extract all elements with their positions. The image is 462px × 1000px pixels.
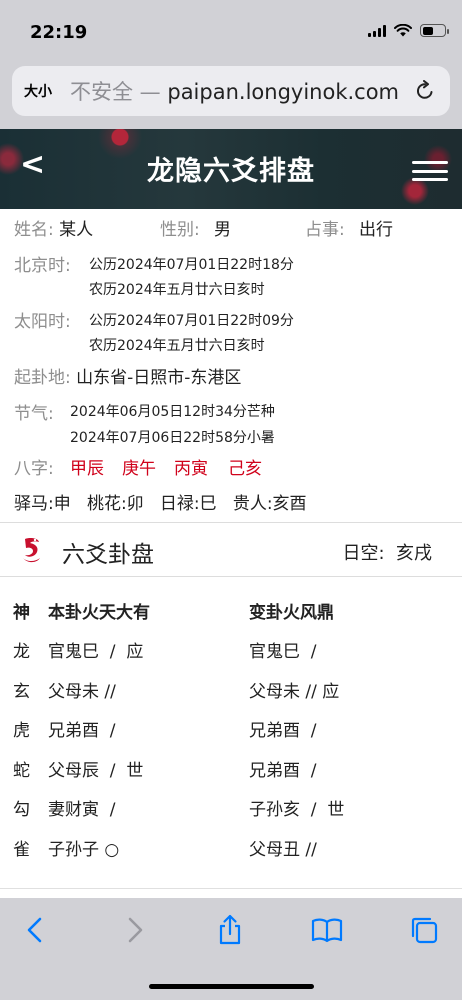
row-spirit: 蛇 (13, 761, 30, 781)
row-main-line: 官鬼巳 / 应 (48, 642, 144, 662)
row-changed-line: 官鬼巳 / (249, 642, 317, 662)
gender-label: 性别: (160, 220, 200, 240)
bazi-label: 八字: (14, 459, 54, 479)
row-changed-line: 兄弟酉 / (249, 761, 317, 781)
row-changed-line: 子孙亥 / 世 (249, 800, 345, 820)
solar-term-2: 2024年07月06日22时58分小暑 (70, 430, 275, 446)
table-row: 雀 子孙子 ○ 父母丑 // (0, 835, 462, 865)
battery-icon (420, 24, 449, 37)
row-main-line: 父母辰 / 世 (48, 761, 144, 781)
bazi-year: 甲辰 (70, 459, 104, 479)
bookmarks-icon[interactable] (311, 914, 343, 946)
home-indicator (149, 984, 314, 989)
back-chevron-icon[interactable] (20, 914, 52, 946)
solar-time-label: 太阳时: (14, 312, 71, 332)
row-main-line: 子孙子 ○ (48, 840, 120, 860)
name-label: 姓名: (14, 220, 54, 240)
status-time: 22:19 (30, 22, 88, 43)
sun-lunar-time: 农历2024年五月廿六日亥时 (89, 338, 265, 354)
table-row: 虎 兄弟酉 / 兄弟酉 / (0, 716, 462, 746)
table-row: 蛇 父母辰 / 世 兄弟酉 / (0, 756, 462, 786)
tabs-icon[interactable] (408, 914, 440, 946)
beijing-solar-time: 公历2024年07月01日22时18分 (89, 257, 294, 273)
hexagram-table-header: 神 本卦火天大有 变卦火风鼎 (0, 598, 462, 628)
bazi-month: 庚午 (122, 459, 156, 479)
place-value: 山东省-日照市-东港区 (76, 368, 242, 388)
beijing-time-label: 北京时: (14, 256, 71, 276)
table-row: 玄 父母未 // 父母未 // 应 (0, 677, 462, 707)
header-main-hexagram: 本卦火天大有 (48, 603, 150, 623)
solar-term-1: 2024年06月05日12时34分芒种 (70, 404, 275, 420)
bazi-hour: 己亥 (228, 459, 262, 479)
row-spirit: 雀 (13, 840, 30, 860)
row-changed-line: 父母丑 // (249, 840, 317, 860)
cellular-signal-icon (368, 24, 386, 37)
basic-info-row: 姓名: 某人 性别: 男 占事: 出行 (14, 215, 393, 240)
day-void: 日空: 亥戌 (342, 543, 432, 564)
hexagram-section-header: 六爻卦盘 日空: 亥戌 (0, 523, 462, 577)
header-changed-hexagram: 变卦火风鼎 (249, 603, 334, 623)
app-header: < 龙隐六爻排盘 (0, 129, 462, 209)
browser-top-chrome: 22:19 大小 不安全 — paipan.longyinok.com (0, 0, 462, 129)
text-size-button[interactable]: 大小 (24, 81, 56, 101)
matter-label: 占事: (305, 220, 345, 240)
beijing-lunar-time: 农历2024年五月廿六日亥时 (89, 282, 265, 298)
insecure-label: 不安全 — (70, 80, 168, 104)
row-spirit: 龙 (13, 642, 30, 662)
row-main-line: 妻财寅 / (48, 800, 116, 820)
row-main-line: 兄弟酉 / (48, 721, 116, 741)
bazi-day: 丙寅 (174, 459, 208, 479)
hexagram-title: 六爻卦盘 (62, 542, 154, 568)
bazi-row: 八字: 甲辰 庚午 丙寅 己亥 (14, 454, 262, 479)
status-icons (368, 24, 449, 37)
status-bar: 22:19 (0, 0, 462, 62)
url-bar[interactable]: 大小 不安全 — paipan.longyinok.com (12, 66, 450, 116)
solar-term-label: 节气: (14, 404, 54, 424)
name-value: 某人 (59, 220, 94, 240)
reload-icon[interactable] (414, 80, 436, 102)
forward-chevron-icon[interactable] (118, 914, 150, 946)
row-spirit: 玄 (13, 682, 30, 702)
share-icon[interactable] (214, 914, 246, 946)
place-label: 起卦地: (14, 368, 71, 388)
row-spirit: 勾 (13, 800, 30, 820)
page-title: 龙隐六爻排盘 (147, 156, 315, 187)
menu-icon[interactable] (412, 161, 448, 181)
place-row: 起卦地: 山东省-日照市-东港区 (14, 363, 241, 388)
content-end-divider (0, 888, 462, 889)
wifi-icon (394, 24, 412, 37)
matter-value: 出行 (359, 220, 393, 240)
gender-value: 男 (214, 220, 231, 240)
table-row: 勾 妻财寅 / 子孙亥 / 世 (0, 795, 462, 825)
sun-solar-time: 公历2024年07月01日22时09分 (89, 313, 294, 329)
row-main-line: 父母未 // (48, 682, 116, 702)
url-text[interactable]: 不安全 — paipan.longyinok.com (70, 76, 414, 106)
url-domain: paipan.longyinok.com (167, 80, 400, 104)
row-changed-line: 父母未 // 应 (249, 682, 340, 702)
shensha-row: 驿马:申 桃花:卯 日禄:巳 贵人:亥酉 (14, 494, 307, 514)
row-changed-line: 兄弟酉 / (249, 721, 317, 741)
table-row: 龙 官鬼巳 / 应 官鬼巳 / (0, 637, 462, 667)
row-spirit: 虎 (13, 721, 30, 741)
header-spirit: 神 (13, 603, 30, 623)
dragon-logo-icon (23, 538, 40, 563)
